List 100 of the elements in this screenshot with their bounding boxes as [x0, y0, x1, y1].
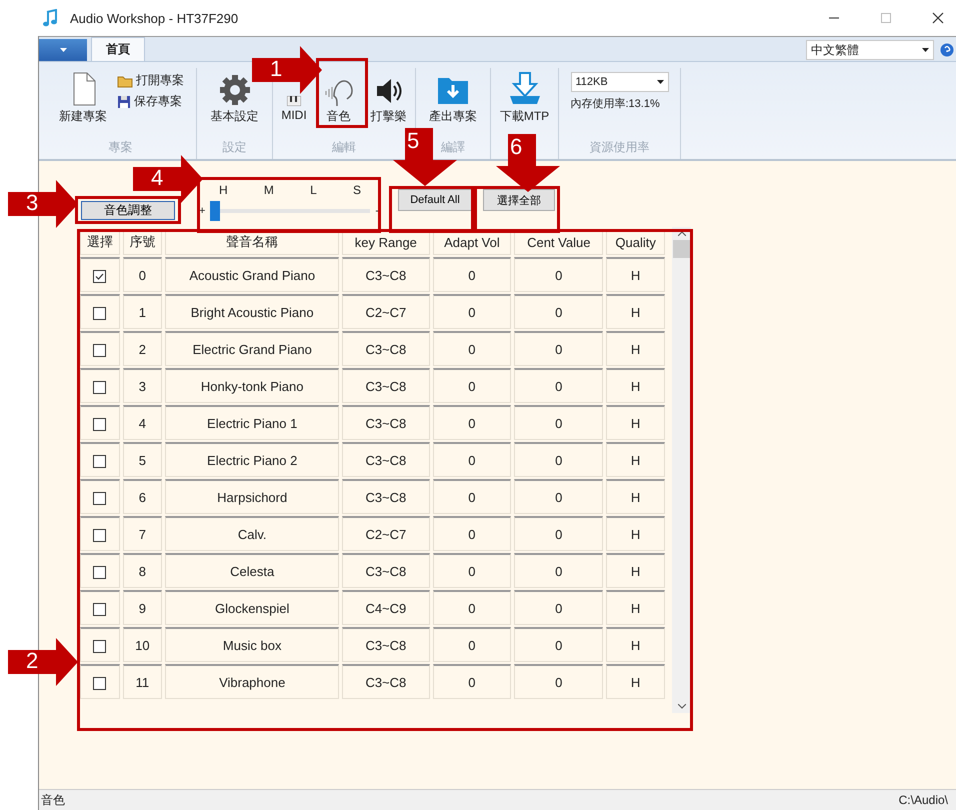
table-cell: 0: [122, 257, 162, 292]
table-cell: H: [606, 331, 665, 366]
table-cell: Electric Piano 1: [165, 405, 340, 440]
table-cell: 0: [514, 331, 604, 366]
table-cell: 0: [514, 294, 604, 329]
window-title: Audio Workshop - HT37F290: [70, 10, 240, 26]
slider-label: L: [310, 183, 317, 197]
table-cell: C2~C7: [342, 294, 430, 329]
checkbox[interactable]: [93, 640, 106, 653]
caret-icon: [656, 80, 664, 84]
table-cell: 0: [432, 664, 512, 699]
scroll-down-icon: [678, 704, 686, 709]
checkbox[interactable]: [93, 492, 106, 505]
scroll-up-icon: [678, 231, 686, 236]
table-cell: 0: [514, 590, 604, 625]
table-cell: 0: [432, 442, 512, 477]
select-all-button[interactable]: 選擇全部: [483, 189, 555, 211]
table-cell: C3~C8: [342, 257, 430, 292]
ribbon-button[interactable]: 保存專案: [117, 93, 184, 110]
annotation-frame: [316, 58, 368, 128]
table-cell: Honky-tonk Piano: [165, 368, 340, 403]
checkbox[interactable]: [93, 344, 106, 357]
table-cell: H: [606, 553, 665, 588]
ribbon-button[interactable]: 下載MTP: [498, 68, 552, 127]
table-cell: H: [606, 368, 665, 403]
sound-adjust-button[interactable]: 音色調整: [81, 201, 175, 220]
table-cell: C4~C9: [342, 590, 430, 625]
callout-arrow: [8, 638, 78, 686]
ribbon-tab[interactable]: 首頁: [91, 37, 145, 61]
checkbox[interactable]: [93, 454, 106, 468]
table-cell: 4: [122, 405, 162, 440]
language-dropdown[interactable]: 中文繁體: [806, 40, 934, 60]
caret-icon: [922, 48, 929, 52]
slider-label: H: [219, 183, 228, 197]
scroll-thumb[interactable]: [673, 240, 690, 258]
table-cell: 0: [432, 368, 512, 403]
table-cell: 0: [432, 405, 512, 440]
table-cell: 0: [514, 368, 604, 403]
checkbox[interactable]: [93, 306, 106, 320]
group-label: 編輯: [331, 139, 357, 156]
table-cell: C3~C8: [342, 553, 430, 588]
ribbon-button[interactable]: 打開專案: [117, 72, 184, 89]
table-cell: C2~C7: [342, 516, 430, 551]
table-cell: 0: [432, 516, 512, 551]
default-all-button[interactable]: Default All: [398, 189, 472, 211]
table-cell: H: [606, 590, 665, 625]
status-path: C:\Audio\: [898, 793, 948, 807]
table-cell: 0: [514, 664, 604, 699]
table-cell: H: [606, 294, 665, 329]
table-cell: C3~C8: [342, 442, 430, 477]
group-label: 資源使用率: [588, 139, 650, 156]
table-cell: Celesta: [165, 553, 340, 588]
size-dropdown[interactable]: 112KB: [570, 72, 668, 92]
checkbox[interactable]: [93, 676, 106, 690]
checkbox[interactable]: [93, 602, 106, 616]
checkbox[interactable]: [93, 380, 106, 394]
table-cell: Acoustic Grand Piano: [165, 257, 340, 292]
table-cell: H: [606, 479, 665, 514]
ribbon-button[interactable]: 產出專案: [427, 68, 479, 127]
group-label: 設定: [222, 139, 248, 156]
table-cell: 9: [122, 590, 162, 625]
callout-arrow: [252, 46, 322, 94]
folder-icon: [117, 74, 133, 88]
checkbox[interactable]: [93, 566, 106, 579]
callout-arrow: [496, 134, 560, 192]
table-cell: Calv.: [165, 516, 340, 551]
slider-thumb[interactable]: [210, 201, 220, 221]
table-cell: C3~C8: [342, 331, 430, 366]
ribbon-button[interactable]: 打擊樂: [368, 68, 409, 127]
table-cell: H: [606, 627, 665, 662]
table-cell: 5: [122, 442, 162, 477]
close-icon: [932, 12, 944, 24]
ribbon-button[interactable]: 音色: [322, 68, 355, 127]
status-text: 音色: [41, 792, 65, 808]
table-cell: C3~C8: [342, 479, 430, 514]
slider-label: M: [264, 183, 274, 197]
table-cell: 0: [432, 590, 512, 625]
scrollbar[interactable]: [672, 227, 691, 713]
table-cell: Glockenspiel: [165, 590, 340, 625]
table-cell: 0: [514, 405, 604, 440]
group-label: 專案: [108, 139, 134, 156]
table-cell: 6: [122, 479, 162, 514]
table-cell: 0: [432, 294, 512, 329]
callout-arrow: [133, 155, 203, 203]
callout-number: 2: [26, 648, 38, 674]
ribbon-button[interactable]: 新建專案: [57, 68, 109, 127]
checkbox[interactable]: [93, 418, 106, 431]
table-cell: C3~C8: [342, 405, 430, 440]
callout-number: 6: [510, 134, 522, 160]
checkbox-checked[interactable]: [93, 270, 106, 283]
table-cell: 8: [122, 553, 162, 588]
keyboard-icon: [287, 96, 301, 106]
maximize-icon: [880, 12, 892, 24]
callout-number: 5: [407, 128, 420, 154]
table-cell: H: [606, 442, 665, 477]
group-label: 編譯: [440, 139, 466, 156]
ribbon-button[interactable]: 基本設定: [208, 68, 260, 127]
table-cell: Bright Acoustic Piano: [165, 294, 340, 329]
callout-number: 4: [151, 165, 164, 191]
checkbox[interactable]: [93, 528, 106, 542]
